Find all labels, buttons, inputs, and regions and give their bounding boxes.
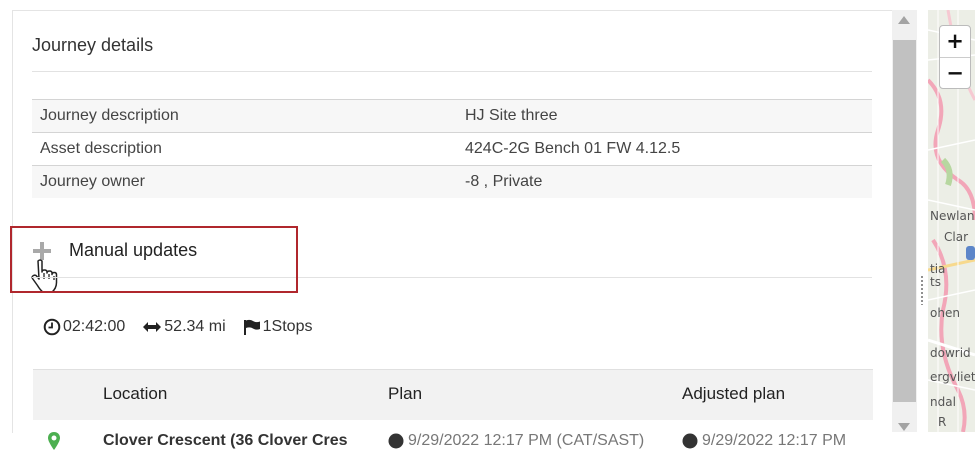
map-label: R xyxy=(938,415,947,429)
clock-icon xyxy=(388,433,404,449)
clock-icon xyxy=(682,433,698,449)
detail-value: 424C-2G Bench 01 FW 4.12.5 xyxy=(457,132,872,166)
stops-stat: 1Stops xyxy=(243,318,313,336)
stop-location: Clover Crescent (36 Clover Cres xyxy=(103,432,348,449)
distance-stat: 52.34 mi xyxy=(142,318,226,336)
scroll-up-arrow-icon[interactable] xyxy=(898,16,910,24)
location-pin-icon xyxy=(48,432,60,450)
map-label: ts xyxy=(930,275,941,289)
distance-value: 52.34 mi xyxy=(164,318,226,335)
map-label: ergvliet xyxy=(930,370,975,384)
map-label: dowrid xyxy=(930,346,971,360)
stops-value: 1Stops xyxy=(262,318,313,335)
column-header-adjusted-plan[interactable]: Adjusted plan xyxy=(682,384,785,404)
detail-value: HJ Site three xyxy=(457,99,872,133)
column-header-plan[interactable]: Plan xyxy=(388,384,422,404)
stops-table-header: Location Plan Adjusted plan xyxy=(33,369,873,420)
zoom-in-button[interactable]: + xyxy=(940,26,970,58)
table-row: Journey description HJ Site three xyxy=(32,99,872,133)
pane-splitter[interactable] xyxy=(917,10,928,432)
journey-panel: Journey details Journey description HJ S… xyxy=(12,10,893,450)
map-label: ohen xyxy=(930,306,960,320)
detail-value: -8 , Private xyxy=(457,165,872,198)
detail-label: Journey owner xyxy=(32,165,457,198)
details-table: Journey description HJ Site three Asset … xyxy=(32,99,872,198)
map-view[interactable]: + − Newlands Clar tia ts ohen dowrid erg… xyxy=(928,10,975,432)
drag-handle-icon[interactable] xyxy=(920,275,924,305)
table-row: Journey owner -8 , Private xyxy=(32,165,872,198)
map-label: Newlands xyxy=(930,209,975,223)
map-label: tia xyxy=(930,262,946,276)
duration-stat: 02:42:00 xyxy=(43,318,125,336)
detail-label: Asset description xyxy=(32,132,457,166)
scroll-thumb[interactable] xyxy=(893,40,916,402)
detail-label: Journey description xyxy=(32,99,457,133)
zoom-control: + − xyxy=(939,25,971,89)
clock-icon xyxy=(43,318,61,336)
duration-value: 02:42:00 xyxy=(63,318,126,335)
column-header-location[interactable]: Location xyxy=(103,384,167,404)
vertical-scrollbar[interactable] xyxy=(892,10,917,432)
map-label: ndal xyxy=(930,395,956,409)
highlight-box xyxy=(10,226,298,293)
map-label: Clar xyxy=(944,230,968,244)
stop-adjusted-time: 9/29/2022 12:17 PM xyxy=(702,432,847,449)
scroll-down-arrow-icon[interactable] xyxy=(898,423,910,431)
page-title: Journey details xyxy=(32,35,154,55)
stop-plan-time: 9/29/2022 12:17 PM (CAT/SAST) xyxy=(408,432,645,449)
divider xyxy=(32,71,872,72)
zoom-out-button[interactable]: − xyxy=(940,58,970,89)
flag-icon xyxy=(243,319,260,335)
journey-stats: 02:42:00 52.34 mi 1Stops xyxy=(43,318,329,336)
table-row[interactable]: Clover Crescent (36 Clover Cres 9/29/202… xyxy=(33,420,873,450)
arrows-horizontal-icon xyxy=(143,322,162,332)
table-row: Asset description 424C-2G Bench 01 FW 4.… xyxy=(32,132,872,166)
